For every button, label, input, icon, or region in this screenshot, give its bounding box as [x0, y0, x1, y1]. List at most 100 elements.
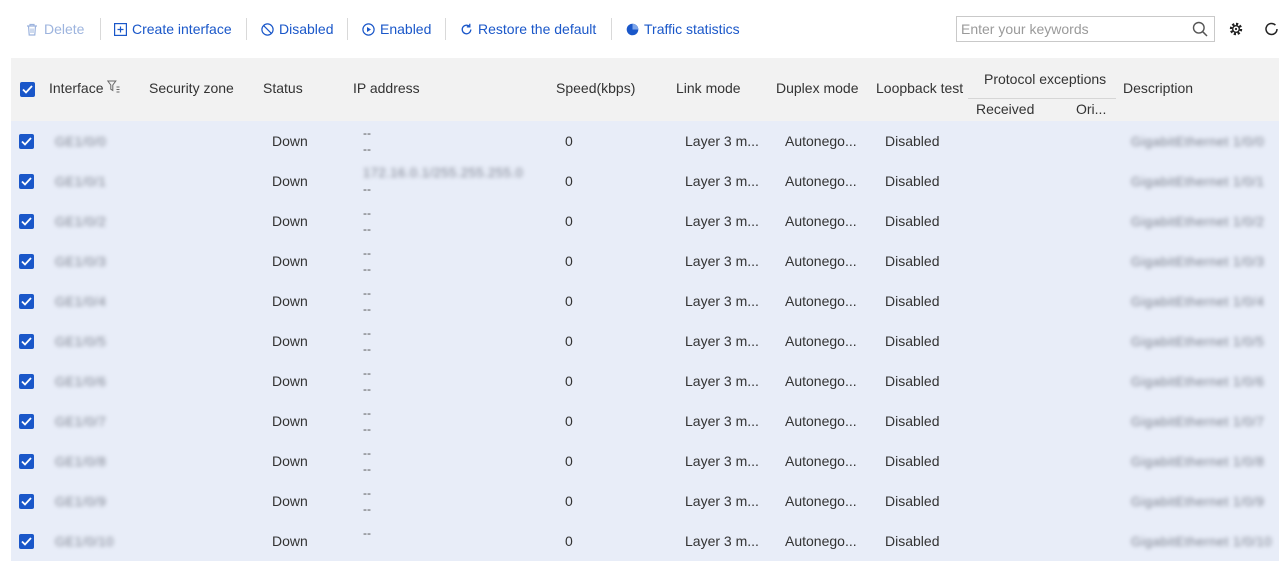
enable-button[interactable]: Enabled [361, 19, 431, 39]
interface-name-cell[interactable]: GE1/0/1 [55, 173, 106, 189]
header-duplex-mode[interactable]: Duplex mode [776, 80, 859, 96]
row-checkbox[interactable] [19, 254, 34, 269]
ip-line-1: -- [363, 406, 371, 420]
interface-name-cell[interactable]: GE1/0/5 [55, 333, 106, 349]
description-cell: GigabitEthernet 1/0/2 [1131, 214, 1265, 229]
link-mode-cell: Layer 3 m... [685, 493, 759, 509]
interface-name-cell[interactable]: GE1/0/4 [55, 293, 106, 309]
check-icon [21, 417, 32, 426]
description-cell: GigabitEthernet 1/0/9 [1131, 494, 1265, 509]
check-icon [21, 457, 32, 466]
table-row[interactable]: GE1/0/1 Down 172.16.0.1/255.255.255.0 -- 0 La… [11, 161, 1279, 201]
loopback-cell: Disabled [885, 413, 940, 429]
check-icon [21, 177, 32, 186]
interface-name-cell[interactable]: GE1/0/0 [55, 133, 106, 149]
header-link-mode[interactable]: Link mode [676, 80, 741, 96]
header-security-zone[interactable]: Security zone [149, 80, 234, 96]
table-row[interactable]: GE1/0/8 Down -- -- 0 Layer 3 m... Autonego... D… [11, 441, 1279, 481]
interface-name-cell[interactable]: GE1/0/6 [55, 373, 106, 389]
duplex-mode-cell: Autonego... [785, 533, 857, 549]
loopback-cell: Disabled [885, 333, 940, 349]
table-header: Interface Security zone Status IP addres… [11, 58, 1279, 121]
interface-name-cell[interactable]: GE1/0/3 [55, 253, 106, 269]
header-loopback-test[interactable]: Loopback test [876, 80, 963, 96]
table-row[interactable]: GE1/0/4 Down -- -- 0 Layer 3 m... Autonego... D… [11, 281, 1279, 321]
table-row[interactable]: GE1/0/0 Down -- -- 0 Layer 3 m... Autonego... D… [11, 121, 1279, 161]
row-checkbox[interactable] [19, 134, 34, 149]
interface-name-cell[interactable]: GE1/0/2 [55, 213, 106, 229]
interface-name-cell[interactable]: GE1/0/9 [55, 493, 106, 509]
interface-name-cell[interactable]: GE1/0/7 [55, 413, 106, 429]
row-checkbox[interactable] [19, 374, 34, 389]
ip-line-2: -- [363, 422, 371, 436]
check-icon [21, 337, 32, 346]
ip-line-2: -- [363, 222, 371, 236]
check-icon [21, 217, 32, 226]
link-mode-cell: Layer 3 m... [685, 413, 759, 429]
header-status[interactable]: Status [263, 80, 303, 96]
status-cell: Down [272, 413, 308, 429]
table-row[interactable]: GE1/0/2 Down -- -- 0 Layer 3 m... Autonego... D… [11, 201, 1279, 241]
duplex-mode-cell: Autonego... [785, 493, 857, 509]
row-checkbox[interactable] [19, 334, 34, 349]
row-checkbox[interactable] [19, 214, 34, 229]
status-cell: Down [272, 373, 308, 389]
row-checkbox[interactable] [19, 534, 34, 549]
description-cell: GigabitEthernet 1/0/4 [1131, 294, 1265, 309]
check-icon [21, 497, 32, 506]
search-box [956, 16, 1215, 42]
refresh-icon [459, 22, 473, 36]
search-icon[interactable] [1192, 21, 1208, 40]
row-checkbox[interactable] [19, 414, 34, 429]
description-cell: GigabitEthernet 1/0/0 [1131, 134, 1265, 149]
speed-cell: 0 [565, 173, 573, 189]
traffic-statistics-label: Traffic statistics [644, 21, 740, 37]
table-row[interactable]: GE1/0/9 Down -- -- 0 Layer 3 m... Autonego... D… [11, 481, 1279, 521]
status-cell: Down [272, 293, 308, 309]
check-icon [21, 377, 32, 386]
create-interface-button[interactable]: Create interface [113, 19, 232, 39]
link-mode-cell: Layer 3 m... [685, 373, 759, 389]
header-originated[interactable]: Ori... [1076, 101, 1106, 117]
table-row[interactable]: GE1/0/10 Down -- 0 Layer 3 m... Autonego... Di… [11, 521, 1279, 561]
row-checkbox[interactable] [19, 454, 34, 469]
row-checkbox[interactable] [19, 294, 34, 309]
status-cell: Down [272, 333, 308, 349]
search-input[interactable] [961, 19, 1186, 39]
loopback-cell: Disabled [885, 293, 940, 309]
header-interface[interactable]: Interface [49, 80, 120, 96]
create-interface-label: Create interface [132, 21, 232, 37]
link-mode-cell: Layer 3 m... [685, 253, 759, 269]
delete-button[interactable]: Delete [25, 19, 84, 39]
row-checkbox[interactable] [19, 174, 34, 189]
header-received[interactable]: Received [976, 101, 1034, 117]
toolbar-divider [445, 18, 446, 40]
status-cell: Down [272, 173, 308, 189]
loopback-cell: Disabled [885, 373, 940, 389]
table-row[interactable]: GE1/0/3 Down -- -- 0 Layer 3 m... Autonego... D… [11, 241, 1279, 281]
filter-icon[interactable] [107, 80, 120, 96]
header-ip-address[interactable]: IP address [353, 80, 420, 96]
interface-name-cell[interactable]: GE1/0/10 [55, 533, 114, 549]
status-cell: Down [272, 253, 308, 269]
restore-default-button[interactable]: Restore the default [459, 19, 596, 39]
toolbar-divider [347, 18, 348, 40]
ip-line-1: -- [363, 366, 371, 380]
pie-chart-icon [625, 22, 639, 36]
table-row[interactable]: GE1/0/5 Down -- -- 0 Layer 3 m... Autonego... D… [11, 321, 1279, 361]
traffic-statistics-button[interactable]: Traffic statistics [625, 19, 740, 39]
header-description[interactable]: Description [1123, 80, 1193, 96]
disable-button[interactable]: Disabled [260, 19, 333, 39]
gear-icon[interactable] [1228, 21, 1244, 40]
select-all-checkbox[interactable] [20, 82, 35, 97]
ip-line-2: -- [363, 462, 371, 476]
interface-name-cell[interactable]: GE1/0/8 [55, 453, 106, 469]
table-row[interactable]: GE1/0/7 Down -- -- 0 Layer 3 m... Autonego... D… [11, 401, 1279, 441]
header-speed[interactable]: Speed(kbps) [556, 80, 635, 96]
reload-icon[interactable] [1264, 21, 1279, 40]
row-checkbox[interactable] [19, 494, 34, 509]
toolbar: Delete Create interface Disabled Enabled… [0, 0, 1279, 58]
ip-line-2: -- [363, 302, 371, 316]
table-row[interactable]: GE1/0/6 Down -- -- 0 Layer 3 m... Autonego... D… [11, 361, 1279, 401]
loopback-cell: Disabled [885, 133, 940, 149]
